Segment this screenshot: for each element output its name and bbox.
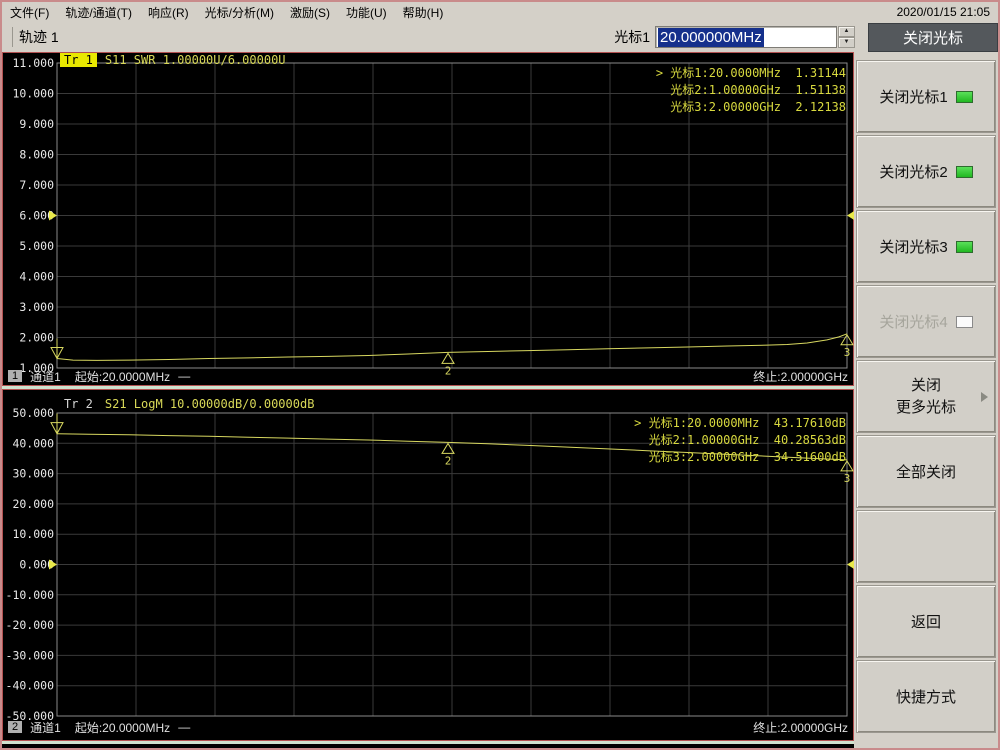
y-tick-label: 10.000: [12, 527, 54, 541]
sweep-indicator: —: [178, 720, 190, 734]
y-tick-label: 6.000: [19, 209, 54, 223]
chart1-panel: 11.000 10.000 9.000 8.000 7.000 6.000 5.000 4.0…: [2, 52, 854, 386]
y-tick-label: 8.000: [19, 148, 54, 162]
chart2-panel: 50.000 40.000 30.000 20.000 10.000 0.000 -10.0…: [2, 389, 854, 741]
sweep-indicator: —: [178, 369, 190, 383]
marker-readout-row: 光标2:1.00000GHz 1.51138: [656, 81, 846, 98]
y-tick-label: 11.000: [12, 56, 54, 70]
softkey-close-marker1[interactable]: 关闭光标1: [856, 60, 996, 133]
softkey-close-more-markers[interactable]: 关闭 更多光标: [856, 360, 996, 433]
sweep-start-label: 起始:20.0000MHz: [75, 368, 170, 385]
y-tick-label: 0.000: [19, 558, 54, 572]
y-tick-label: 40.000: [12, 436, 54, 450]
marker-stimulus-value: 20.000000MHz: [658, 28, 764, 47]
active-trace-label: 轨迹 1: [12, 27, 59, 47]
chart1-trace-title: Tr 1 S11 SWR 1.00000U/6.00000U: [60, 53, 286, 67]
marker-readout-row: > 光标1:20.0000MHz 43.17610dB: [634, 414, 846, 431]
marker-number-label: 3: [844, 472, 851, 485]
softkey-close-marker2[interactable]: 关闭光标2: [856, 135, 996, 208]
menu-bar: 文件(F) 轨迹/通道(T) 响应(R) 光标/分析(M) 激励(S) 功能(U…: [2, 2, 998, 22]
softkey-close-all[interactable]: 全部关闭: [856, 435, 996, 508]
softkey-close-marker3[interactable]: 关闭光标3: [856, 210, 996, 283]
menu-file[interactable]: 文件(F): [10, 4, 49, 21]
y-tick-label: -40.000: [6, 679, 55, 693]
marker-stimulus-input[interactable]: 20.000000MHz: [655, 26, 837, 48]
led-indicator: [956, 241, 973, 253]
led-indicator: [956, 91, 973, 103]
y-tick-label: 4.000: [19, 270, 54, 284]
marker-number-label: 2: [445, 454, 452, 467]
reference-level-marker-right: [847, 211, 854, 221]
datetime-display: 2020/01/15 21:05: [897, 5, 998, 19]
softkey-sidebar: 关闭光标1 关闭光标2 关闭光标3 关闭光标4 关闭 更多光标 全部关闭: [854, 52, 998, 748]
menu-trace-channel[interactable]: 轨迹/通道(T): [65, 4, 132, 21]
panel-divider: [2, 741, 854, 744]
spinner-up-button[interactable]: ▲: [838, 26, 855, 37]
y-tick-label: -20.000: [6, 618, 55, 632]
y-axis-labels: 50.000 40.000 30.000 20.000 10.000 0.000 -10.0…: [6, 406, 55, 723]
sweep-stop-label: 终止:2.00000GHz: [753, 368, 850, 385]
y-tick-label: -10.000: [6, 588, 55, 602]
softkey-label: 关闭光标1: [879, 86, 947, 107]
softkey-shortcut[interactable]: 快捷方式: [856, 660, 996, 733]
y-tick-label: 7.000: [19, 178, 54, 192]
trace2-selector[interactable]: Tr 2: [60, 397, 97, 411]
marker-readout-row: > 光标1:20.0000MHz 1.31144: [656, 64, 846, 81]
softkey-label: 返回: [911, 611, 941, 632]
chart2-trace-title: Tr 2 S21 LogM 10.00000dB/0.00000dB: [60, 397, 314, 411]
sweep-stop-label: 终止:2.00000GHz: [753, 719, 850, 736]
toolbar: 轨迹 1 光标1 20.000000MHz ▲ ▼: [2, 22, 998, 52]
y-axis-labels: 11.000 10.000 9.000 8.000 7.000 6.000 5.000 4.0…: [12, 56, 54, 375]
chart2-marker-readout: > 光标1:20.0000MHz 43.17610dB光标2:1.00000GH…: [634, 414, 846, 465]
marker-readout-row: 光标2:1.00000GHz 40.28563dB: [634, 431, 846, 448]
channel-badge: 1: [8, 370, 22, 382]
trace1-measurement-label: S11 SWR 1.00000U/6.00000U: [105, 53, 286, 67]
spinner-down-button[interactable]: ▼: [838, 37, 855, 48]
reference-level-marker-right: [847, 560, 854, 570]
softkey-close-marker4[interactable]: 关闭光标4: [856, 285, 996, 358]
softkey-label: 快捷方式: [896, 686, 956, 707]
submenu-arrow-icon: [981, 392, 988, 402]
softkey-label: 全部关闭: [896, 461, 956, 482]
channel-label: 通道1: [30, 368, 61, 385]
y-tick-label: 30.000: [12, 467, 54, 481]
marker-readout-row: 光标3:2.00000GHz 34.51600dB: [634, 448, 846, 465]
trace1-selector[interactable]: Tr 1: [60, 53, 97, 67]
y-tick-label: 50.000: [12, 406, 54, 420]
softkey-return[interactable]: 返回: [856, 585, 996, 658]
channel-label: 通道1: [30, 719, 61, 736]
close-marker-menu-button[interactable]: 关闭光标: [868, 23, 998, 52]
marker-number-label: 3: [844, 346, 851, 359]
chart1-marker-readout: > 光标1:20.0000MHz 1.31144光标2:1.00000GHz 1…: [656, 64, 846, 115]
charts-area: 11.00010.0009.0008.0007.0006.0005.0004.0…: [2, 52, 854, 748]
led-indicator: [956, 316, 973, 328]
led-indicator: [956, 166, 973, 178]
sweep-start-label: 起始:20.0000MHz: [75, 719, 170, 736]
marker-readout-row: 光标3:2.00000GHz 2.12138: [656, 98, 846, 115]
trace2-measurement-label: S21 LogM 10.00000dB/0.00000dB: [105, 397, 315, 411]
channel-badge: 2: [8, 721, 22, 733]
y-tick-label: 2.000: [19, 331, 54, 345]
y-tick-label: -30.000: [6, 648, 55, 662]
softkey-blank[interactable]: [856, 510, 996, 583]
menu-response[interactable]: 响应(R): [148, 4, 189, 21]
vna-app-window: 文件(F) 轨迹/通道(T) 响应(R) 光标/分析(M) 激励(S) 功能(U…: [0, 0, 1000, 750]
menu-stimulus[interactable]: 激励(S): [290, 4, 330, 21]
menu-marker-analysis[interactable]: 光标/分析(M): [205, 4, 274, 21]
softkey-label: 关闭光标4: [879, 311, 947, 332]
y-tick-label: 3.000: [19, 300, 54, 314]
softkey-label: 关闭光标3: [879, 236, 947, 257]
softkey-label: 关闭 更多光标: [896, 375, 956, 419]
chart2-channel-status: 2 通道1 起始:20.0000MHz — 终止:2.00000GHz: [6, 720, 850, 734]
softkey-label: 关闭光标2: [879, 161, 947, 182]
y-tick-label: 10.000: [12, 87, 54, 101]
marker1-field-label: 光标1: [614, 27, 655, 47]
y-tick-label: 20.000: [12, 497, 54, 511]
y-tick-label: 5.000: [19, 239, 54, 253]
chart1-channel-status: 1 通道1 起始:20.0000MHz — 终止:2.00000GHz: [6, 369, 850, 383]
menu-utility[interactable]: 功能(U): [346, 4, 387, 21]
menu-help[interactable]: 帮助(H): [403, 4, 444, 21]
y-tick-label: 9.000: [19, 117, 54, 131]
stimulus-spinner: ▲ ▼: [838, 26, 855, 48]
